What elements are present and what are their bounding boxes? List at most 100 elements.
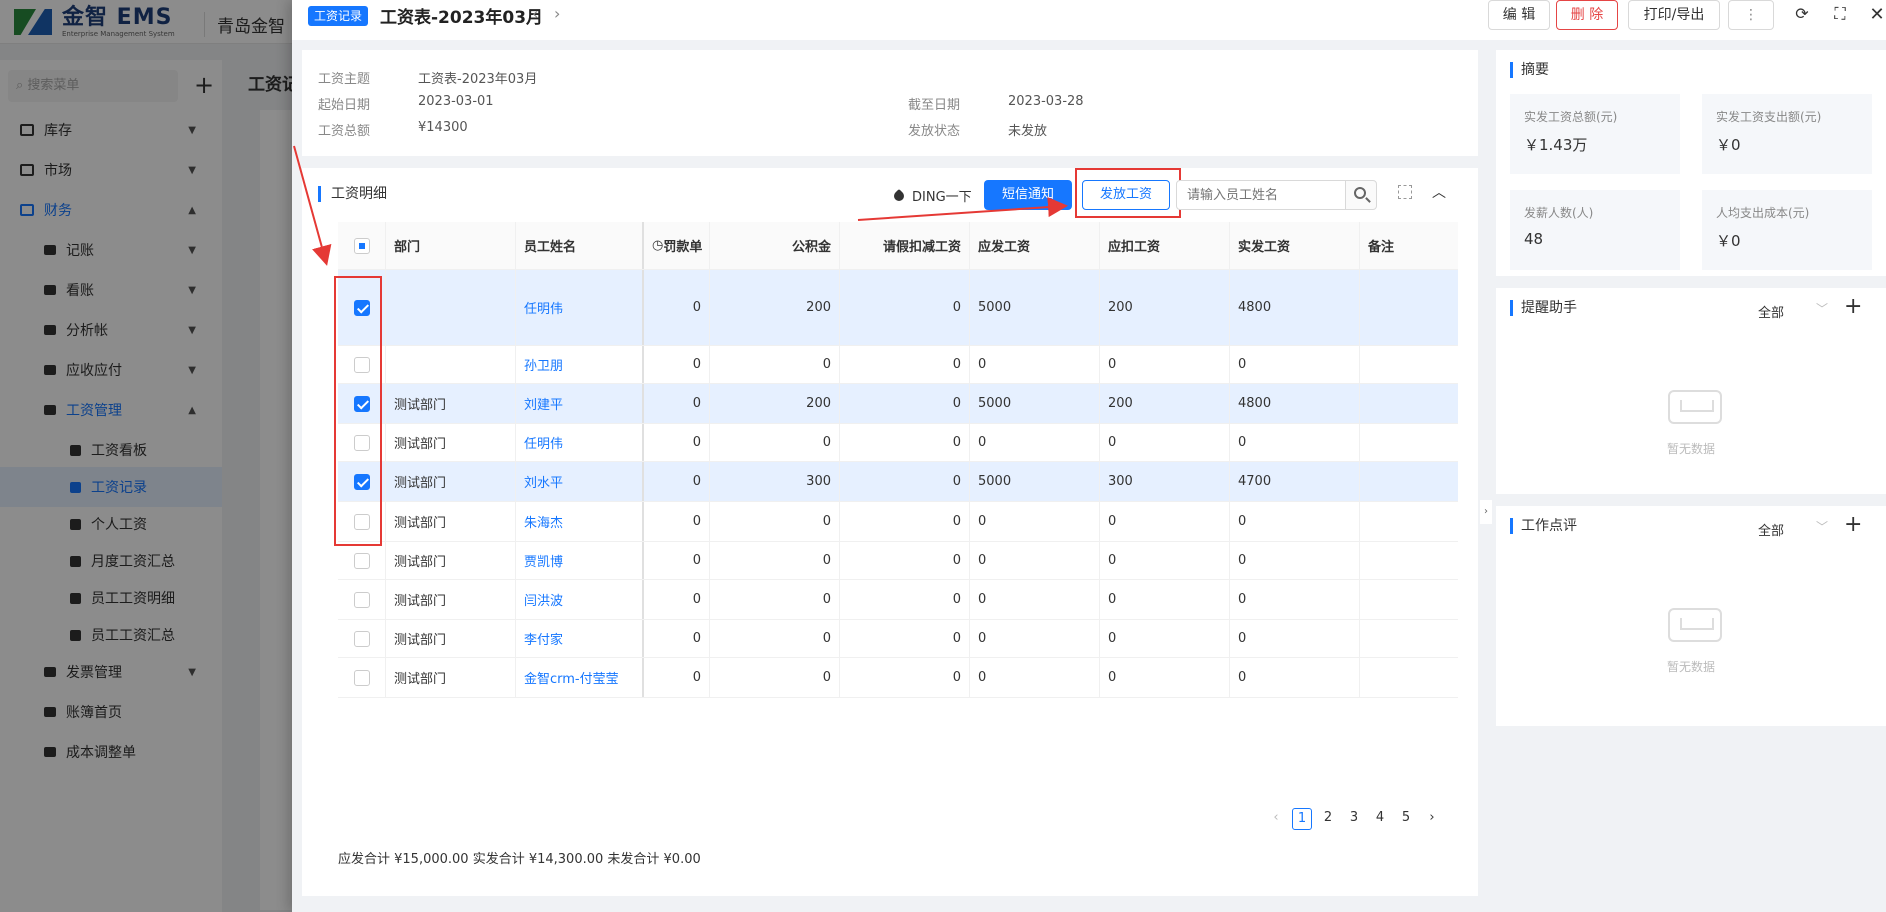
table-row[interactable]: 测试部门 任明伟 0 0 0 0 0 0 — [338, 424, 1458, 462]
cell-fund: 0 — [710, 346, 840, 383]
table-row[interactable]: 测试部门 刘水平 0 300 0 5000 300 4700 — [338, 462, 1458, 502]
refresh-icon[interactable]: ⟳ — [1792, 4, 1812, 23]
row-select-cell[interactable] — [338, 580, 386, 619]
cell-due: 0 — [970, 542, 1100, 579]
add-review-icon[interactable]: + — [1844, 512, 1862, 537]
empty-box-icon — [1668, 608, 1722, 642]
page-number[interactable]: 2 — [1318, 808, 1338, 830]
salary-detail-card: 工资明细 DING一下 短信通知 发放工资 ︿ 部门 员工姓名 ◷ 罚款单 公积… — [302, 168, 1478, 896]
table-row[interactable]: 测试部门 闫洪波 0 0 0 0 0 0 — [338, 580, 1458, 620]
row-select-cell[interactable] — [338, 542, 386, 579]
page-number[interactable]: 3 — [1344, 808, 1364, 830]
cell-name[interactable]: 李付家 — [516, 620, 644, 657]
review-filter[interactable]: 全部 — [1758, 520, 1784, 539]
table-row[interactable]: 测试部门 刘建平 0 200 0 5000 200 4800 — [338, 384, 1458, 424]
cell-due: 0 — [970, 424, 1100, 461]
search-icon — [1354, 187, 1366, 199]
prev-record-icon[interactable]: ‹ — [532, 4, 538, 23]
sms-notify-button[interactable]: 短信通知 — [984, 180, 1072, 210]
chevron-down-icon[interactable]: ﹀ — [1816, 518, 1828, 535]
table-row[interactable]: 测试部门 李付家 0 0 0 0 0 0 — [338, 620, 1458, 658]
row-select-cell[interactable] — [338, 620, 386, 657]
cell-due: 0 — [970, 502, 1100, 541]
cell-name[interactable]: 孙卫朋 — [516, 346, 644, 383]
cell-name[interactable]: 贾凯博 — [516, 542, 644, 579]
cell-note — [1360, 580, 1458, 619]
pagination: ‹ 1 2 3 4 5 › — [1122, 806, 1442, 832]
col-header-due[interactable]: 应发工资 — [970, 222, 1100, 269]
prev-page-icon[interactable]: ‹ — [1266, 808, 1286, 830]
cell-leave: 0 — [840, 384, 970, 423]
add-reminder-icon[interactable]: + — [1844, 294, 1862, 319]
cell-leave: 0 — [840, 270, 970, 345]
cell-name[interactable]: 闫洪波 — [516, 580, 644, 619]
cell-name[interactable]: 刘建平 — [516, 384, 644, 423]
cell-note — [1360, 620, 1458, 657]
cell-net: 0 — [1230, 346, 1360, 383]
ding-button[interactable]: DING一下 — [891, 186, 972, 205]
status-label: 发放状态 — [908, 124, 961, 139]
reminder-filter[interactable]: 全部 — [1758, 302, 1784, 321]
expand-icon[interactable] — [1398, 185, 1412, 199]
cell-dept: 测试部门 — [386, 502, 516, 541]
review-panel: 工作点评 全部 ﹀ + 暂无数据 — [1496, 506, 1886, 726]
clock-icon: ◷ — [652, 238, 664, 253]
select-all-cell[interactable] — [338, 222, 386, 269]
cell-name[interactable]: 金智crm-付莹莹 — [516, 658, 644, 697]
cell-name[interactable]: 任明伟 — [516, 270, 644, 345]
more-button[interactable]: ⋮ — [1728, 0, 1774, 30]
cell-deduct: 300 — [1100, 462, 1230, 501]
collapse-up-icon[interactable]: ︿ — [1432, 182, 1446, 202]
fullscreen-icon[interactable]: ⛶ — [1830, 4, 1850, 24]
search-button[interactable] — [1345, 180, 1377, 210]
select-all-checkbox[interactable] — [353, 237, 370, 254]
page-number[interactable]: 1 — [1292, 808, 1312, 830]
page-number[interactable]: 4 — [1370, 808, 1390, 830]
cell-note — [1360, 270, 1458, 345]
row-checkbox[interactable] — [353, 630, 370, 647]
print-export-button[interactable]: 打印/导出 — [1628, 0, 1720, 30]
col-header-leave[interactable]: 请假扣减工资 — [840, 222, 970, 269]
table-row[interactable]: 任明伟 0 200 0 5000 200 4800 — [338, 270, 1458, 346]
next-record-icon[interactable]: › — [554, 4, 560, 23]
subject-value: 工资表-2023年03月 — [418, 72, 538, 87]
cell-deduct: 0 — [1100, 580, 1230, 619]
stat-avg-cost: 人均支出成本(元) ￥0 — [1702, 190, 1872, 270]
cell-dept: 测试部门 — [386, 580, 516, 619]
col-header-dept[interactable]: 部门 — [386, 222, 516, 269]
edit-button[interactable]: 编 辑 — [1488, 0, 1550, 30]
table-row[interactable]: 测试部门 朱海杰 0 0 0 0 0 0 — [338, 502, 1458, 542]
cell-net: 0 — [1230, 620, 1360, 657]
table-row[interactable]: 测试部门 贾凯博 0 0 0 0 0 0 — [338, 542, 1458, 580]
page-number[interactable]: 5 — [1396, 808, 1416, 830]
col-header-note[interactable]: 备注 — [1360, 222, 1458, 269]
col-header-deduct[interactable]: 应扣工资 — [1100, 222, 1230, 269]
cell-name[interactable]: 朱海杰 — [516, 502, 644, 541]
cell-net: 0 — [1230, 502, 1360, 541]
cell-name[interactable]: 刘水平 — [516, 462, 644, 501]
next-page-icon[interactable]: › — [1422, 808, 1442, 830]
col-header-name[interactable]: 员工姓名 — [516, 222, 644, 269]
col-header-fine[interactable]: ◷ 罚款单 — [644, 222, 710, 269]
close-icon[interactable]: ✕ — [1867, 4, 1886, 25]
col-header-net[interactable]: 实发工资 — [1230, 222, 1360, 269]
cell-fund: 0 — [710, 580, 840, 619]
cell-dept — [386, 346, 516, 383]
employee-search-input[interactable] — [1176, 180, 1346, 210]
row-select-cell[interactable] — [338, 658, 386, 697]
chevron-down-icon[interactable]: ﹀ — [1816, 300, 1828, 317]
cell-deduct: 0 — [1100, 620, 1230, 657]
cell-name[interactable]: 任明伟 — [516, 424, 644, 461]
detail-section-title: 工资明细 — [318, 186, 387, 202]
delete-button[interactable]: 删 除 — [1556, 0, 1618, 30]
table-row[interactable]: 测试部门 金智crm-付莹莹 0 0 0 0 0 0 — [338, 658, 1458, 698]
salary-info-card: 工资主题 工资表-2023年03月 起始日期 2023-03-01 截至日期 2… — [302, 50, 1478, 156]
row-checkbox[interactable] — [353, 591, 370, 608]
row-checkbox[interactable] — [353, 552, 370, 569]
row-checkbox[interactable] — [353, 669, 370, 686]
side-panel-toggle-icon[interactable]: › — [1480, 500, 1492, 524]
cell-fine: 0 — [644, 346, 710, 383]
cell-deduct: 200 — [1100, 270, 1230, 345]
col-header-fund[interactable]: 公积金 — [710, 222, 840, 269]
table-row[interactable]: 孙卫朋 0 0 0 0 0 0 — [338, 346, 1458, 384]
